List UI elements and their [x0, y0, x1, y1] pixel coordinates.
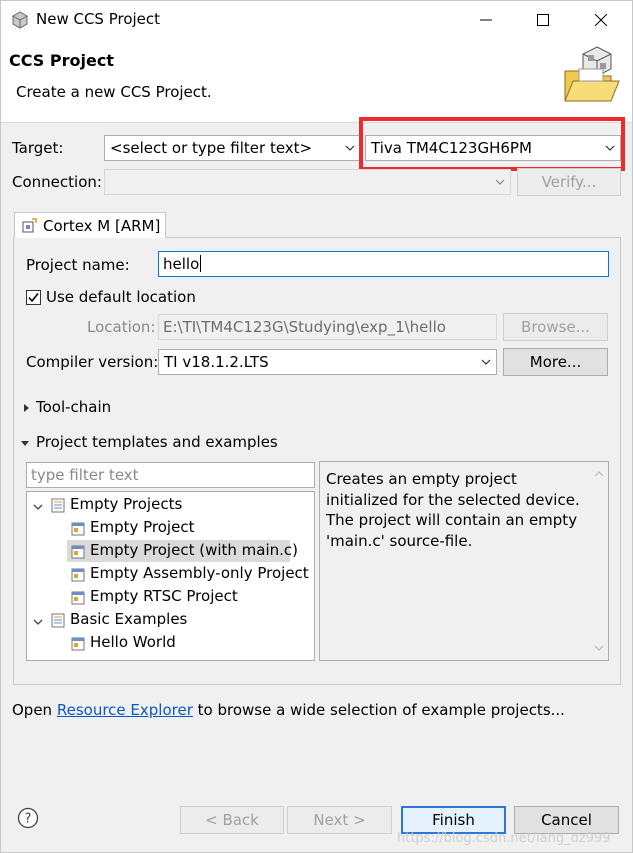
more-button[interactable]: More... [503, 348, 608, 376]
tab-label: Cortex M [ARM] [43, 217, 161, 235]
tree-item-empty-projects[interactable]: Empty Projects [47, 494, 197, 516]
new-ccs-project-dialog: New CCS Project CCS Project Create a new… [0, 0, 633, 853]
tree-item-empty-rtsc-project[interactable]: Empty RTSC Project [67, 586, 267, 608]
tree-item-hello-world[interactable]: Hello World [67, 632, 217, 654]
window-title: New CCS Project [36, 10, 161, 28]
maximize-button[interactable] [520, 5, 566, 35]
use-default-location-checkbox[interactable] [26, 290, 41, 305]
close-button[interactable] [578, 5, 624, 35]
page-description: Create a new CCS Project. [16, 83, 212, 101]
template-description-box: Creates an empty project initialized for… [319, 461, 609, 661]
project-name-value: hello [163, 255, 200, 273]
text-caret [200, 255, 202, 272]
tree-item-label: Basic Examples [70, 610, 188, 628]
tree-item-empty-assembly-project[interactable]: Empty Assembly-only Project [67, 563, 309, 585]
tree-expand-icon[interactable] [33, 502, 43, 512]
location-input[interactable]: E:\TI\TM4C123G\Studying\exp_1\hello [158, 314, 497, 340]
ccs-app-icon [12, 11, 28, 29]
location-label: Location: [87, 318, 156, 336]
minimize-button[interactable] [463, 5, 509, 35]
scroll-up-icon[interactable] [594, 470, 604, 478]
verify-button[interactable]: Verify... [517, 168, 621, 196]
templates-section-toggle[interactable]: Project templates and examples [36, 433, 278, 451]
title-bar: New CCS Project [1, 1, 632, 39]
tree-item-empty-project-main-c[interactable]: Empty Project (with main.c) [67, 540, 298, 562]
tree-item-label: Empty Projects [70, 495, 183, 513]
wizard-header: CCS Project Create a new CCS Project. [1, 39, 632, 123]
template-filter-placeholder: type filter text [31, 466, 139, 484]
project-template-icon [71, 545, 85, 559]
tree-item-label: Hello World [90, 633, 176, 651]
chevron-down-icon [495, 179, 505, 185]
toolchain-section-toggle[interactable]: Tool-chain [36, 398, 111, 416]
template-tree: Empty Projects Empty Project Empty Proje… [26, 491, 315, 661]
resource-explorer-note: Open Resource Explorer to browse a wide … [12, 701, 565, 719]
device-highlight-box [359, 117, 625, 171]
target-filter-combo[interactable]: <select or type filter text> [104, 135, 361, 161]
project-name-label: Project name: [26, 256, 130, 274]
watermark: https://blog.csdn.net/lang_dz999 [397, 831, 611, 846]
compiler-version-value: TI v18.1.2.LTS [164, 353, 269, 371]
tree-item-label: Empty Project (with main.c) [90, 541, 299, 559]
tree-expand-icon[interactable] [33, 617, 43, 627]
project-template-icon [71, 637, 85, 651]
chevron-down-icon [481, 359, 491, 365]
minimize-icon [480, 19, 492, 21]
resource-explorer-link[interactable]: Resource Explorer [57, 701, 193, 719]
expanded-arrow-icon[interactable] [20, 438, 30, 448]
note-suffix: to browse a wide selection of example pr… [197, 701, 565, 719]
new-project-folder-icon [564, 46, 620, 102]
note-prefix: Open [12, 701, 53, 719]
target-label: Target: [12, 139, 64, 157]
compiler-version-label: Compiler version: [26, 353, 159, 371]
tab-cortex-m[interactable]: Cortex M [ARM] [14, 212, 166, 239]
description-scrollbar[interactable] [590, 462, 608, 660]
scroll-down-icon[interactable] [594, 644, 604, 652]
connection-label: Connection: [12, 173, 102, 191]
close-icon [595, 14, 607, 26]
project-template-icon [71, 591, 85, 605]
browse-button[interactable]: Browse... [503, 313, 608, 341]
target-filter-text: <select or type filter text> [110, 139, 313, 157]
compiler-version-combo[interactable]: TI v18.1.2.LTS [158, 349, 497, 375]
project-template-icon [71, 568, 85, 582]
project-template-icon [71, 522, 85, 536]
help-icon[interactable]: ? [17, 807, 39, 829]
maximize-icon [537, 14, 549, 26]
use-default-location-label: Use default location [46, 288, 196, 306]
page-title: CCS Project [9, 51, 114, 70]
tree-item-basic-examples[interactable]: Basic Examples [47, 609, 197, 631]
tree-item-empty-project[interactable]: Empty Project [67, 517, 227, 539]
collapsed-arrow-icon[interactable] [21, 403, 31, 413]
folder-icon [51, 498, 65, 513]
cancel-button[interactable]: Cancel [514, 806, 619, 834]
folder-icon [51, 613, 65, 628]
template-description: Creates an empty project initialized for… [326, 470, 580, 550]
back-button[interactable]: < Back [180, 806, 284, 834]
template-filter-input[interactable]: type filter text [26, 462, 315, 488]
finish-button[interactable]: Finish [401, 806, 506, 834]
tree-item-label: Empty RTSC Project [90, 587, 238, 605]
tree-item-label: Empty Project [90, 518, 195, 536]
chevron-down-icon [345, 145, 355, 151]
connection-combo[interactable] [104, 169, 511, 195]
cpu-core-icon [22, 218, 37, 233]
next-button[interactable]: Next > [287, 806, 392, 834]
svg-text:?: ? [25, 812, 32, 827]
checkmark-icon [28, 293, 39, 303]
location-value: E:\TI\TM4C123G\Studying\exp_1\hello [163, 318, 446, 336]
tree-item-label: Empty Assembly-only Project [90, 564, 309, 582]
project-name-input[interactable]: hello [158, 251, 609, 277]
